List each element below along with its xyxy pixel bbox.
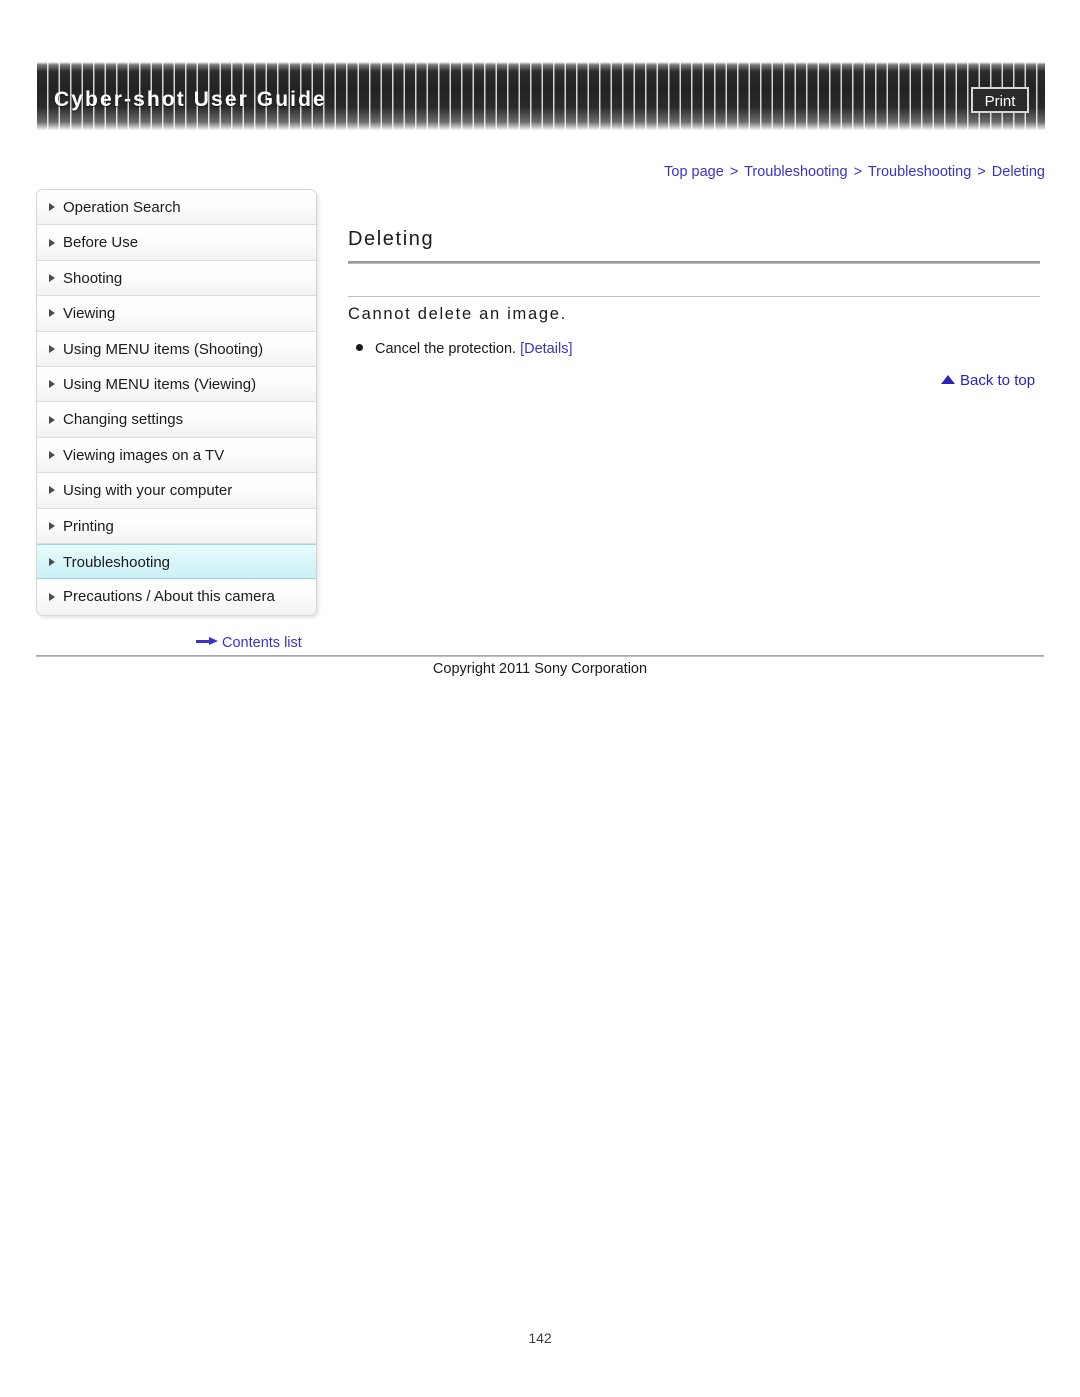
header-banner: Cyber-shot User Guide Print	[37, 62, 1045, 130]
sidebar-item-label: Using MENU items (Viewing)	[63, 375, 257, 393]
chevron-right-icon	[49, 380, 55, 389]
chevron-right-icon	[49, 238, 55, 247]
sidebar-item-label: Using with your computer	[63, 482, 233, 500]
bullet-text: Cancel the protection.	[375, 341, 517, 357]
sidebar-item-label: Viewing images on a TV	[63, 446, 225, 464]
section-divider	[348, 296, 1040, 297]
contents-list-label: Contents list	[222, 635, 302, 651]
arrow-right-icon	[196, 637, 218, 646]
sidebar-item-operation-search[interactable]: Operation Search	[37, 190, 316, 226]
sidebar-nav: Operation Search Before Use Shooting Vie…	[36, 189, 317, 616]
bullet-dot-icon	[356, 344, 363, 351]
breadcrumb-separator: >	[729, 164, 739, 180]
sidebar-item-printing[interactable]: Printing	[37, 508, 316, 544]
title-divider	[348, 261, 1040, 264]
app-title: Cyber-shot User Guide	[54, 88, 327, 111]
sidebar-item-shooting[interactable]: Shooting	[37, 260, 316, 297]
sidebar-item-label: Changing settings	[63, 411, 184, 429]
breadcrumb-item-deleting[interactable]: Deleting	[992, 164, 1045, 180]
bullet-item: Cancel the protection. [Details]	[356, 341, 572, 357]
chevron-right-icon	[49, 486, 55, 495]
sidebar-item-label: Shooting	[63, 269, 123, 287]
sidebar-item-changing-settings[interactable]: Changing settings	[37, 402, 316, 438]
sidebar-item-using-menu-items-shooting[interactable]: Using MENU items (Shooting)	[37, 331, 316, 367]
copyright-text: Copyright 2011 Sony Corporation	[432, 661, 648, 677]
breadcrumb-item-troubleshooting[interactable]: Troubleshooting	[744, 164, 847, 180]
page-number: 142	[528, 1330, 552, 1346]
breadcrumb-item-troubleshooting-sub[interactable]: Troubleshooting	[868, 164, 971, 180]
breadcrumb-separator: >	[853, 164, 863, 180]
sidebar-item-troubleshooting[interactable]: Troubleshooting	[37, 543, 316, 580]
back-to-top-link[interactable]: Back to top	[941, 372, 1035, 389]
sidebar-item-before-use[interactable]: Before Use	[37, 225, 316, 261]
main-content: Deleting	[348, 228, 1040, 264]
sidebar-item-label: Viewing	[63, 305, 116, 323]
chevron-right-icon	[49, 521, 55, 530]
sidebar-item-viewing[interactable]: Viewing	[37, 296, 316, 332]
chevron-right-icon	[49, 557, 55, 566]
chevron-right-icon	[49, 344, 55, 353]
breadcrumb-separator: >	[977, 164, 986, 180]
chevron-right-icon	[49, 450, 55, 459]
footer-divider	[36, 655, 1044, 657]
contents-list-link[interactable]: Contents list	[196, 635, 302, 651]
sidebar-item-label: Before Use	[63, 234, 139, 252]
section-heading: Cannot delete an image.	[348, 305, 567, 323]
sidebar-item-label: Printing	[63, 517, 114, 535]
page-root: Cyber-shot User Guide Print Top page > T…	[0, 0, 1080, 1397]
triangle-up-icon	[941, 375, 955, 384]
breadcrumb-item-top-page[interactable]: Top page	[664, 164, 724, 180]
sidebar-item-using-menu-items-viewing[interactable]: Using MENU items (Viewing)	[37, 366, 316, 403]
breadcrumb: Top page > Troubleshooting > Troubleshoo…	[345, 164, 1045, 180]
sidebar-item-precautions-about-this-camera[interactable]: Precautions / About this camera	[37, 579, 316, 615]
sidebar-item-viewing-images-on-a-tv[interactable]: Viewing images on a TV	[37, 437, 316, 474]
back-to-top-label: Back to top	[960, 372, 1036, 389]
sidebar-item-label: Troubleshooting	[63, 553, 171, 571]
sidebar-item-label: Operation Search	[63, 199, 181, 216]
chevron-right-icon	[49, 415, 55, 424]
chevron-right-icon	[49, 203, 55, 212]
sidebar-item-using-with-your-computer[interactable]: Using with your computer	[37, 473, 316, 509]
print-button[interactable]: Print	[971, 87, 1029, 113]
sidebar-item-label: Using MENU items (Shooting)	[63, 340, 264, 358]
chevron-right-icon	[49, 309, 55, 318]
sidebar-item-label: Precautions / About this camera	[63, 588, 275, 606]
chevron-right-icon	[49, 273, 55, 282]
page-title: Deleting	[348, 228, 435, 250]
details-link[interactable]: [Details]	[520, 341, 572, 357]
chevron-right-icon	[49, 592, 55, 601]
